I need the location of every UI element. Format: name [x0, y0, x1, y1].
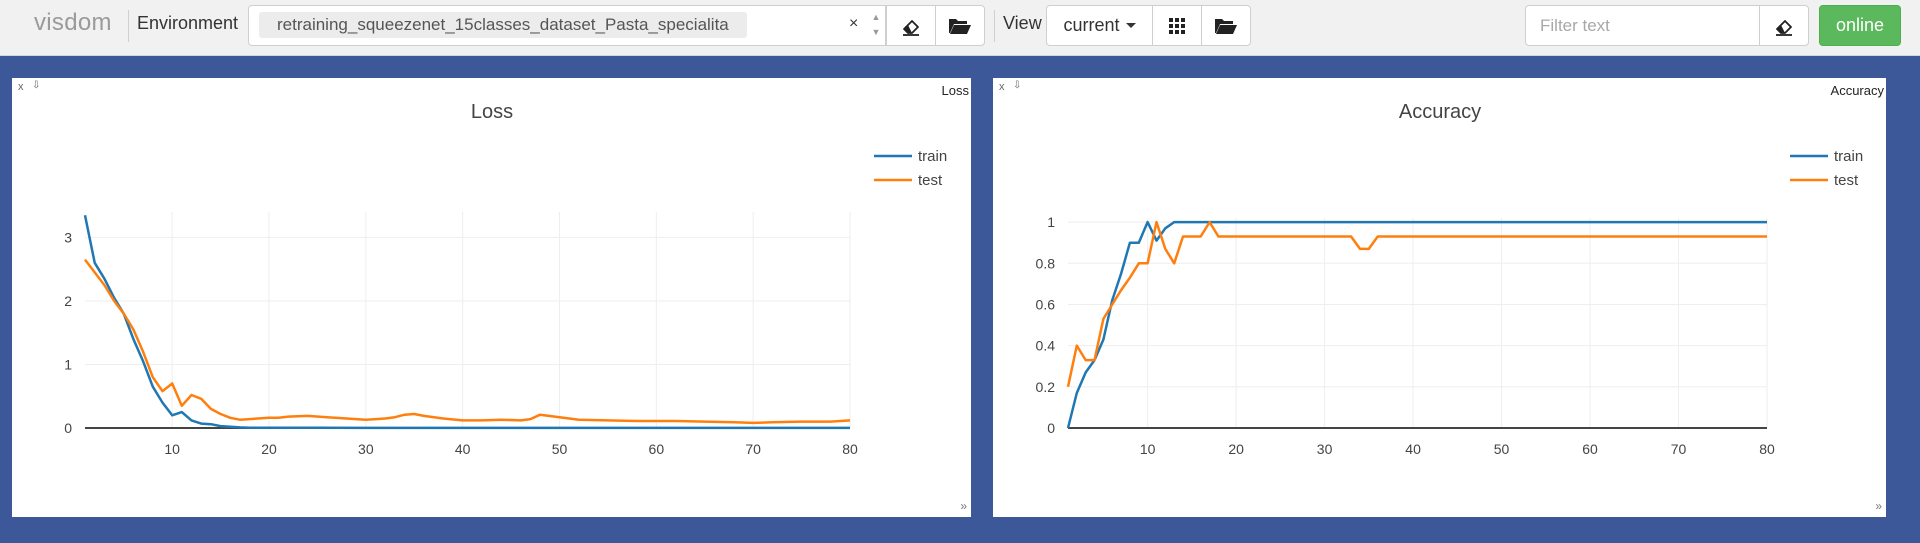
toolbar-divider: [128, 10, 129, 42]
x-tick-label: 50: [552, 441, 568, 457]
x-tick-label: 30: [1317, 441, 1333, 457]
x-tick-label: 80: [842, 441, 858, 457]
y-tick-label: 0.6: [1036, 296, 1056, 312]
environment-tag[interactable]: retraining_squeezenet_15classes_dataset_…: [259, 12, 747, 38]
chevron-down-icon: [1125, 23, 1136, 28]
series-line-train[interactable]: [83, 214, 850, 430]
x-tick-label: 10: [164, 441, 180, 457]
legend-label-train[interactable]: train: [1834, 148, 1863, 165]
eraser-icon: [1776, 19, 1792, 36]
y-tick-label: 0: [1047, 420, 1055, 436]
x-tick-label: 30: [358, 441, 374, 457]
close-icon[interactable]: ×: [849, 15, 858, 33]
folder-open-icon: [949, 18, 971, 34]
x-tick-label: 40: [1405, 441, 1421, 457]
x-tick-label: 80: [1759, 441, 1775, 457]
top-bar: visdom Environment retraining_squeezenet…: [0, 0, 1920, 56]
app-brand: visdom: [34, 9, 112, 36]
y-tick-label: 0.2: [1036, 379, 1056, 395]
environment-label: Environment: [137, 13, 239, 33]
chart-title: Loss: [471, 101, 513, 123]
accuracy-pane[interactable]: x ⇩ Accuracy » Accuracy 10 20 30 40 50 60 70 80 0…: [993, 78, 1886, 517]
select-arrows-icon[interactable]: ▲ ▼: [869, 10, 883, 40]
accuracy-chart[interactable]: Accuracy 10 20 30 40 50 60 70 80 0 0.2 0.4 0.6 0.8 1 tr…: [993, 78, 1886, 517]
eraser-icon: [903, 19, 919, 36]
x-tick-label: 60: [1582, 441, 1598, 457]
manage-environment-button[interactable]: [935, 5, 985, 46]
online-status-button[interactable]: online: [1819, 5, 1901, 46]
y-tick-label: 3: [64, 229, 72, 245]
folder-open-icon: [1215, 18, 1237, 34]
chart-title: Accuracy: [1399, 101, 1481, 123]
filter-input[interactable]: [1525, 5, 1760, 46]
view-select[interactable]: current: [1046, 5, 1153, 46]
series-line-train[interactable]: [1066, 220, 1767, 429]
toolbar-divider: [994, 10, 995, 42]
y-tick-label: 0.4: [1036, 338, 1056, 354]
repack-layout-button[interactable]: [1152, 5, 1202, 46]
manage-views-button[interactable]: [1201, 5, 1251, 46]
view-select-value: current: [1063, 15, 1120, 35]
x-tick-label: 10: [1140, 441, 1156, 457]
loss-chart[interactable]: Loss 10 20 30 40 50 60 70 80 0 1 2 3 train test: [12, 78, 971, 517]
y-tick-label: 0: [64, 420, 72, 436]
x-tick-label: 40: [455, 441, 471, 457]
legend-label-test[interactable]: test: [918, 172, 943, 189]
clear-environment-button[interactable]: [886, 5, 936, 46]
x-tick-label: 70: [1671, 441, 1687, 457]
legend-label-test[interactable]: test: [1834, 172, 1859, 189]
x-tick-label: 50: [1494, 441, 1510, 457]
x-tick-label: 70: [745, 441, 761, 457]
series-line-test[interactable]: [84, 258, 851, 425]
x-tick-label: 60: [649, 441, 665, 457]
grid-icon: [1169, 17, 1185, 34]
loss-pane[interactable]: x ⇩ Loss » Loss 10 20 30 40 50 60 70 80 0 1 2 3 train…: [12, 78, 971, 517]
y-tick-label: 0.8: [1036, 255, 1056, 271]
y-tick-label: 2: [64, 293, 72, 309]
y-tick-label: 1: [64, 356, 72, 372]
x-tick-label: 20: [261, 441, 277, 457]
x-tick-label: 20: [1228, 441, 1244, 457]
view-label: View: [1003, 13, 1042, 33]
legend-label-train[interactable]: train: [918, 148, 947, 165]
clear-filter-button[interactable]: [1759, 5, 1809, 46]
environment-select[interactable]: retraining_squeezenet_15classes_dataset_…: [248, 5, 886, 46]
y-tick-label: 1: [1047, 214, 1055, 230]
